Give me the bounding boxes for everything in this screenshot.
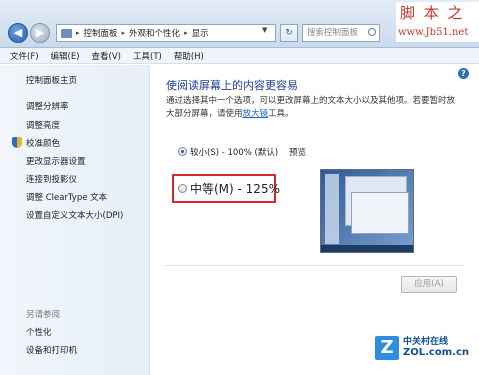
menu-edit[interactable]: 编辑(E) xyxy=(51,50,80,62)
see-also-heading: 另请参阅 xyxy=(26,310,61,320)
breadcrumb-control-panel[interactable]: 控制面板 xyxy=(84,27,118,39)
search-icon xyxy=(368,28,376,36)
sidebar-item-home[interactable]: 控制面板主页 xyxy=(26,74,77,86)
breadcrumb[interactable]: ▸ 控制面板 ▸ 外观和个性化 ▸ 显示 xyxy=(56,24,276,42)
page-description: 通过选择其中一个选项，可以更改屏幕上的文本大小以及其他项。若要暂时放 大部分屏幕… xyxy=(166,96,456,119)
breadcrumb-appearance[interactable]: 外观和个性化 xyxy=(129,27,180,39)
help-icon[interactable]: ? xyxy=(458,68,469,79)
sidebar-item-cleartype[interactable]: 调整 ClearType 文本 xyxy=(26,191,107,203)
watermark-zol-cn: 中关村在线 xyxy=(403,337,449,347)
page-title: 使阅读屏幕上的内容更容易 xyxy=(166,79,298,92)
sidebar-item-devices-printers[interactable]: 设备和打印机 xyxy=(26,344,77,356)
menu-bar: 文件(F) 编辑(E) 查看(V) 工具(T) 帮助(H) xyxy=(0,48,479,64)
menu-view[interactable]: 查看(V) xyxy=(92,50,121,62)
radio-small[interactable] xyxy=(178,147,187,156)
menu-file[interactable]: 文件(F) xyxy=(10,50,39,62)
sidebar-item-calibrate[interactable]: 校准颜色 xyxy=(26,137,60,149)
chevron-down-icon[interactable]: ▼ xyxy=(262,26,267,34)
search-placeholder: 搜索控制面板 xyxy=(307,28,359,38)
sidebar-item-projector[interactable]: 连接到投影仪 xyxy=(26,173,77,185)
watermark-zol-url: ZOL.com.cn xyxy=(403,347,469,358)
option-small-label[interactable]: 较小(S) - 100% (默认) xyxy=(190,146,278,158)
sidebar-item-monitor-settings[interactable]: 更改显示器设置 xyxy=(26,155,86,167)
back-button[interactable]: ◀ xyxy=(8,23,28,43)
option-medium-label[interactable]: 中等(M) - 125% xyxy=(190,180,280,197)
menu-help[interactable]: 帮助(H) xyxy=(174,50,204,62)
sidebar-item-brightness[interactable]: 调整亮度 xyxy=(26,119,60,131)
radio-medium[interactable] xyxy=(178,184,187,193)
forward-button[interactable]: ▶ xyxy=(30,23,50,43)
sidebar-item-custom-dpi[interactable]: 设置自定义文本大小(DPI) xyxy=(26,209,123,221)
preview-label: 预览 xyxy=(289,148,307,158)
watermark-site-name: 脚 本 之 家 xyxy=(396,2,479,44)
zol-logo-icon: Z xyxy=(375,336,399,360)
shield-icon xyxy=(12,137,22,148)
magnifier-link[interactable]: 放大镜 xyxy=(243,109,269,119)
menu-tools[interactable]: 工具(T) xyxy=(133,50,162,62)
watermark-site-url: www.Jb51.net xyxy=(396,24,479,42)
sidebar: 控制面板主页 调整分辨率 调整亮度 校准颜色 更改显示器设置 连接到投影仪 调整… xyxy=(0,65,150,375)
address-bar: ◀ ▶ ▸ 控制面板 ▸ 外观和个性化 ▸ 显示 ▼ ↻ 搜索控制面板 脚 本 … xyxy=(0,0,479,48)
breadcrumb-display[interactable]: 显示 xyxy=(192,27,209,39)
sidebar-item-resolution[interactable]: 调整分辨率 xyxy=(26,100,69,112)
search-input[interactable]: 搜索控制面板 xyxy=(302,24,380,42)
divider xyxy=(164,265,464,266)
apply-button[interactable]: 应用(A) xyxy=(401,276,457,293)
sidebar-item-personalization[interactable]: 个性化 xyxy=(26,326,52,338)
control-panel-icon xyxy=(61,28,72,38)
refresh-button[interactable]: ↻ xyxy=(280,24,298,42)
preview-image xyxy=(320,169,414,253)
